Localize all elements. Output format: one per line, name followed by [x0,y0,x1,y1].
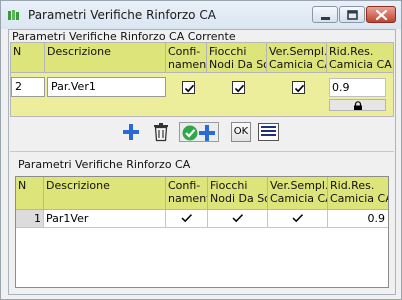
title-bar[interactable]: Parametri Verifiche Rinforzo CA [1,1,401,29]
row-descrizione-cell[interactable]: Par1Ver [44,210,166,228]
check-icon [184,84,195,93]
header-line: Rid.Res. [329,45,374,58]
col-header-fiocchi[interactable]: Fiocchi Nodi Da Soll [208,177,268,210]
current-n-field[interactable]: 2 [11,77,45,97]
col-header-versempl[interactable]: Ver.Sempl. Camicia CA [268,177,328,210]
header-line: Fiocchi [209,45,247,58]
col-header-rid[interactable]: Rid.Res. Camicia CA [327,43,393,73]
fiocchi-checkbox[interactable] [232,81,245,94]
col-header-confinamento[interactable]: Confi- namento [166,177,208,210]
check-plus-icon [182,125,215,141]
header-line: Nodi Da Soll [209,58,266,71]
row-fiocchi-cell[interactable] [208,210,268,228]
confirm-add-button[interactable] [179,122,219,142]
col-header-confinamento[interactable]: Confi- namento [166,43,207,73]
col-header-n[interactable]: N [11,43,45,73]
check-icon [232,214,244,223]
list-icon [258,123,279,141]
rid-lock-button[interactable] [329,99,386,111]
header-line: Rid.Res. [330,179,375,192]
check-icon [294,84,305,93]
trash-icon [154,123,168,142]
header-line: Confi- [168,179,201,192]
header-line: Camicia CA [330,192,388,205]
section-divider [10,151,394,152]
list-view-button[interactable] [258,122,279,142]
header-line: Confi- [168,45,201,58]
header-line: Nodi Da Soll [210,192,267,205]
window-title: Parametri Verifiche Rinforzo CA [28,8,216,22]
header-line: Ver.Sempl. [270,179,328,192]
saved-params-grid: N Descrizione Confi- namento Fiocchi Nod… [15,176,389,288]
lock-icon [354,101,362,110]
delete-button[interactable] [151,122,171,142]
header-line: Ver.Sempl. [269,45,327,58]
versempl-checkbox[interactable] [292,81,305,94]
col-header-rid[interactable]: Rid.Res. Camicia CA [328,177,388,210]
plus-icon [123,124,139,140]
header-line: Fiocchi [210,179,248,192]
ok-button[interactable]: OK [231,122,251,142]
dialog-window: Parametri Verifiche Rinforzo CA Parametr… [0,0,402,300]
add-button[interactable] [121,122,141,142]
check-icon [292,214,304,223]
header-line: namento [168,58,207,71]
app-icon [7,9,21,21]
saved-section-label: Parametri Verifiche Rinforzo CA [18,158,191,171]
check-icon [181,214,193,223]
current-params-grid: N Descrizione Confi- namento Fiocchi Nod… [10,42,394,117]
check-icon [234,84,245,93]
current-descrizione-field[interactable]: Par.Ver1 [47,77,166,97]
close-button[interactable] [366,6,396,23]
row-rid-cell[interactable]: 0.9 [328,210,388,228]
col-header-descrizione[interactable]: Descrizione [45,43,166,73]
col-header-n[interactable]: N [16,177,44,210]
header-line: Camicia CA [270,192,328,205]
col-header-fiocchi[interactable]: Fiocchi Nodi Da Soll [207,43,267,73]
minimize-button[interactable] [312,6,338,23]
header-line: namento [168,192,207,205]
maximize-button[interactable] [339,6,365,23]
maximize-icon [347,10,358,20]
current-rid-field[interactable]: 0.9 [329,78,386,97]
header-line: Camicia CA [269,58,327,71]
header-line: Camicia CA [329,58,392,71]
col-header-versempl[interactable]: Ver.Sempl. Camicia CA [267,43,327,73]
minimize-icon [321,17,330,20]
col-header-descrizione[interactable]: Descrizione [44,177,166,210]
row-confinamento-cell[interactable] [166,210,208,228]
confinamento-checkbox[interactable] [182,81,195,94]
close-icon [375,9,388,21]
row-n-cell[interactable]: 1 [16,210,44,228]
row-versempl-cell[interactable] [268,210,328,228]
